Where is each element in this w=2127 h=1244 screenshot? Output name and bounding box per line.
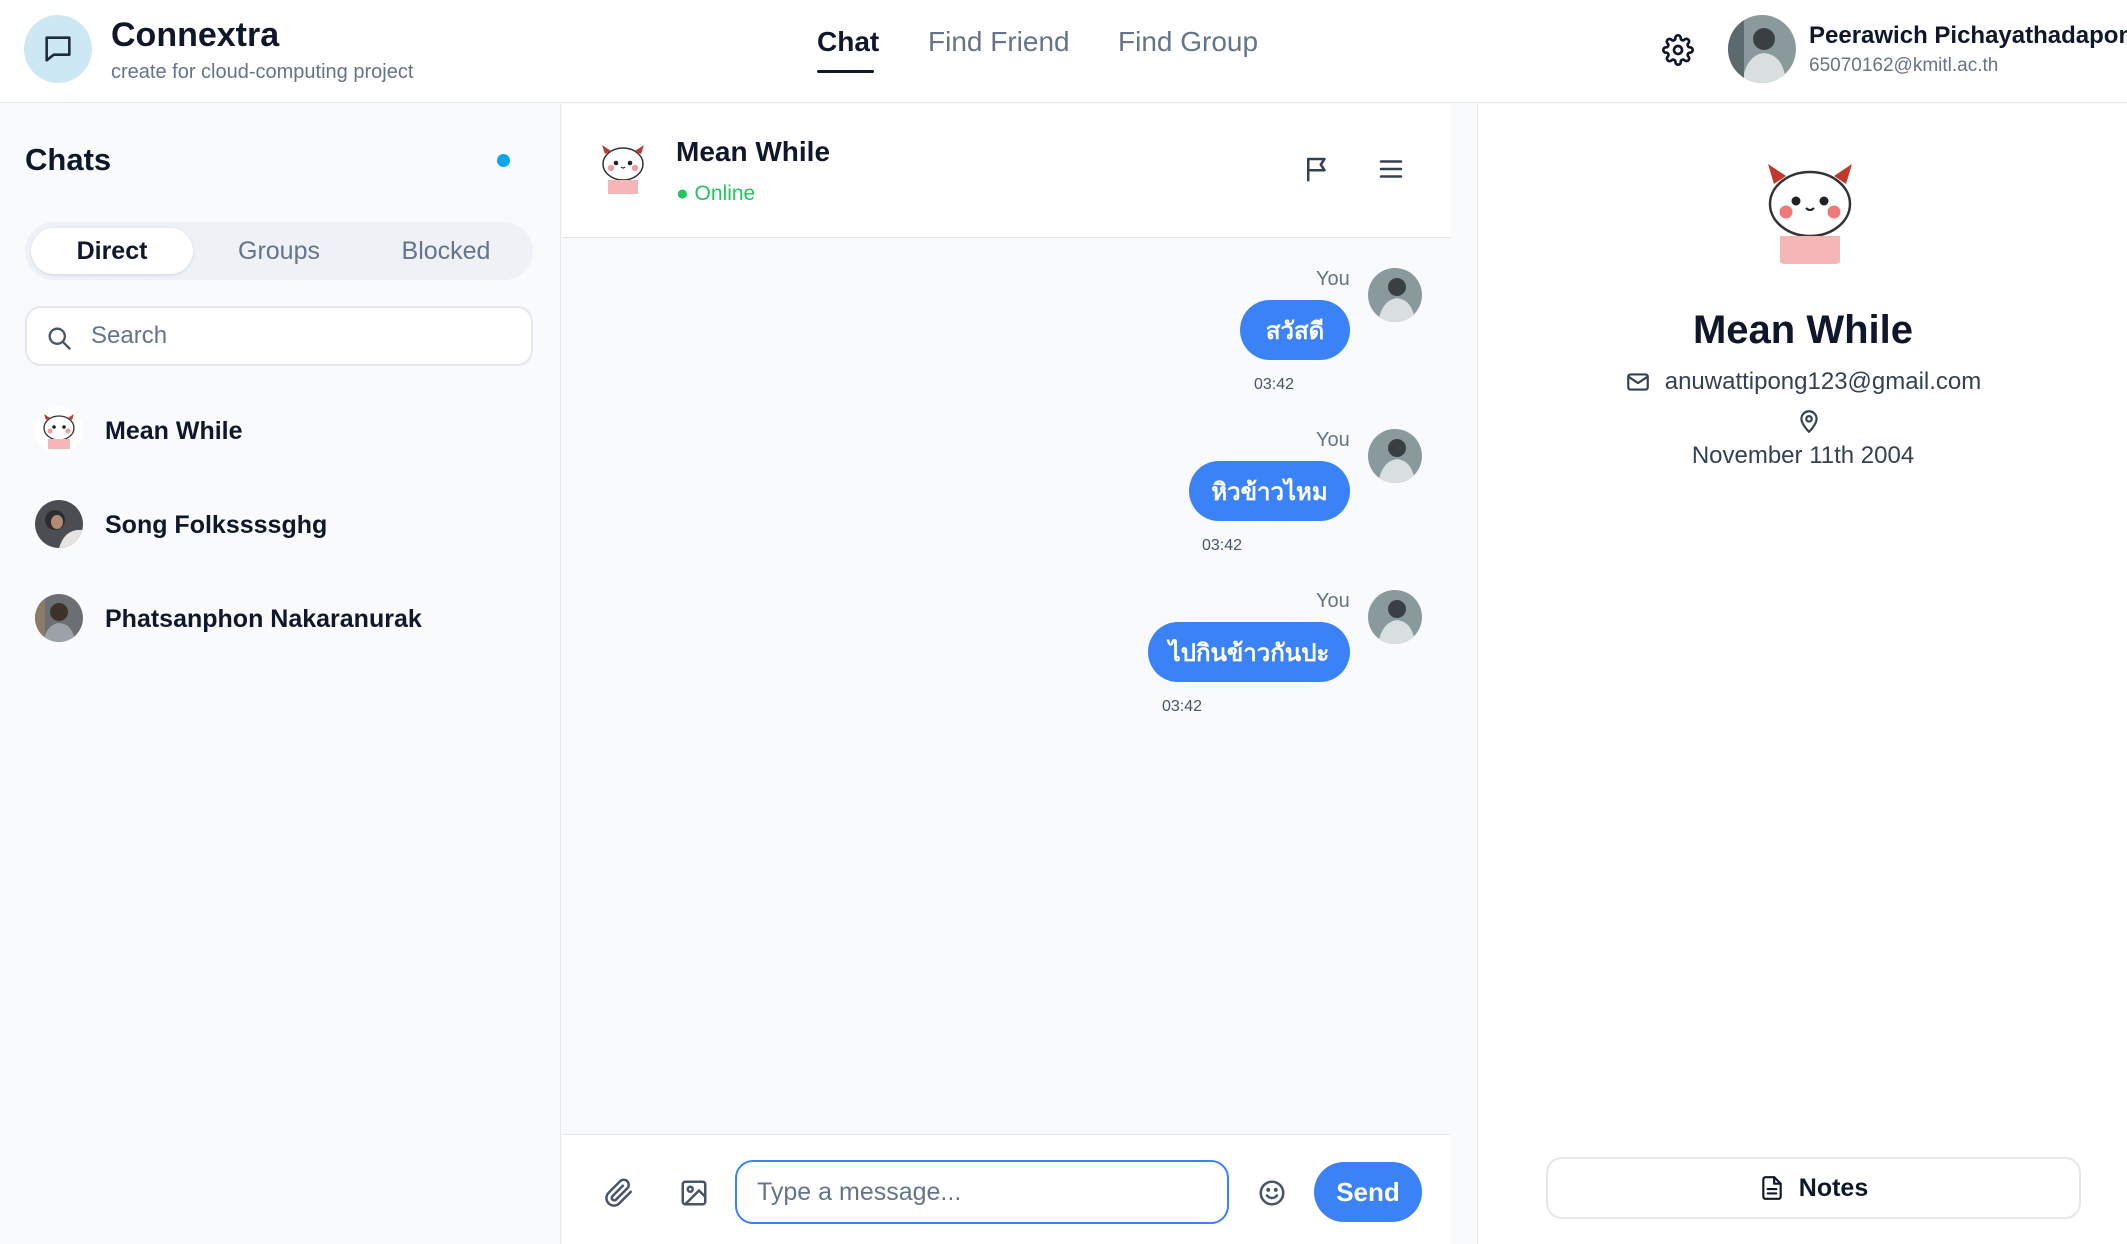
message-sender: You [1316, 429, 1350, 451]
avatar [1368, 429, 1422, 483]
mail-icon [1626, 373, 1649, 391]
flag-icon[interactable] [1302, 154, 1332, 184]
app-subtitle: create for cloud-computing project [111, 61, 414, 83]
avatar [1368, 590, 1422, 644]
chats-title: Chats [25, 142, 112, 177]
profile-avatar[interactable] [1748, 146, 1872, 270]
nav-active-indicator [817, 70, 874, 73]
chat-header: Mean While ● Online [562, 104, 1450, 238]
app-title: Connextra [111, 16, 280, 54]
chat-list-name: Mean While [105, 417, 243, 445]
avatar [35, 500, 83, 548]
message-time: 03:42 [1254, 376, 1295, 393]
search-icon [48, 327, 71, 350]
chat-panel: Mean While ● Online You สวัสดี 03:42 You… [562, 104, 1450, 1244]
user-email: 65070162@kmitl.ac.th [1809, 55, 1999, 76]
contact-name: Mean While [676, 136, 831, 167]
search-box [25, 306, 533, 366]
map-pin-icon [1800, 410, 1818, 433]
message-bubble[interactable]: หิวข้าวไหม [1189, 461, 1350, 521]
contact-avatar[interactable] [592, 136, 654, 198]
top-header: Connextra create for cloud-computing pro… [0, 0, 2127, 103]
tab-blocked[interactable]: Blocked [365, 228, 527, 274]
avatar [1368, 268, 1422, 322]
send-button[interactable]: Send [1314, 1162, 1422, 1222]
gear-icon[interactable] [1662, 34, 1694, 66]
profile-email: anuwattipong123@gmail.com [1664, 368, 1982, 395]
avatar [35, 594, 83, 642]
user-avatar[interactable] [1728, 15, 1796, 83]
tab-direct[interactable]: Direct [31, 228, 193, 274]
chat-list-item[interactable]: Phatsanphon Nakaranurak [25, 578, 533, 658]
chat-list-name: Phatsanphon Nakaranurak [105, 605, 422, 633]
online-status: ● Online [676, 182, 756, 205]
app-logo[interactable] [24, 15, 92, 83]
profile-panel: Mean While anuwattipong123@gmail.com Nov… [1477, 104, 2127, 1244]
chat-type-tabs: Direct Groups Blocked [25, 222, 533, 280]
emoji-icon[interactable] [1257, 1178, 1287, 1208]
message-input[interactable] [735, 1160, 1229, 1224]
profile-email-row: anuwattipong123@gmail.com [1478, 368, 2127, 396]
chat-list-item[interactable]: Song Folkssssghg [25, 484, 533, 564]
status-dot [497, 154, 510, 167]
message-square-icon [45, 36, 71, 62]
notes-button[interactable]: Notes [1546, 1157, 2081, 1219]
notes-label: Notes [1798, 1173, 1869, 1202]
chat-list-name: Song Folkssssghg [105, 511, 328, 539]
message-sender: You [1316, 268, 1350, 290]
chat-list-item[interactable]: Mean While [25, 390, 533, 470]
profile-name: Mean While [1692, 308, 1914, 352]
message-composer: Send [562, 1134, 1450, 1244]
chats-sidebar: Chats Direct Groups Blocked Mean While S… [0, 104, 561, 1244]
message-bubble[interactable]: สวัสดี [1240, 300, 1350, 360]
tab-groups[interactable]: Groups [198, 228, 360, 274]
nav-tab-find-friend[interactable]: Find Friend [928, 26, 1070, 58]
image-icon[interactable] [679, 1178, 709, 1208]
menu-icon[interactable] [1376, 154, 1406, 184]
nav-tab-find-group[interactable]: Find Group [1118, 26, 1258, 58]
avatar [35, 406, 83, 454]
message-time: 03:42 [1162, 698, 1203, 715]
profile-birthday: November 11th 2004 [1691, 442, 1915, 469]
search-input[interactable] [89, 316, 509, 356]
user-name: Peerawich Pichayathadapong [1809, 22, 2127, 49]
paperclip-icon[interactable] [604, 1178, 634, 1208]
nav-tab-chat[interactable]: Chat [817, 26, 879, 58]
message-sender: You [1316, 590, 1350, 612]
message-bubble[interactable]: ไปกินข้าวกันปะ [1148, 622, 1350, 682]
file-text-icon [1762, 1176, 1782, 1200]
message-time: 03:42 [1202, 537, 1243, 554]
